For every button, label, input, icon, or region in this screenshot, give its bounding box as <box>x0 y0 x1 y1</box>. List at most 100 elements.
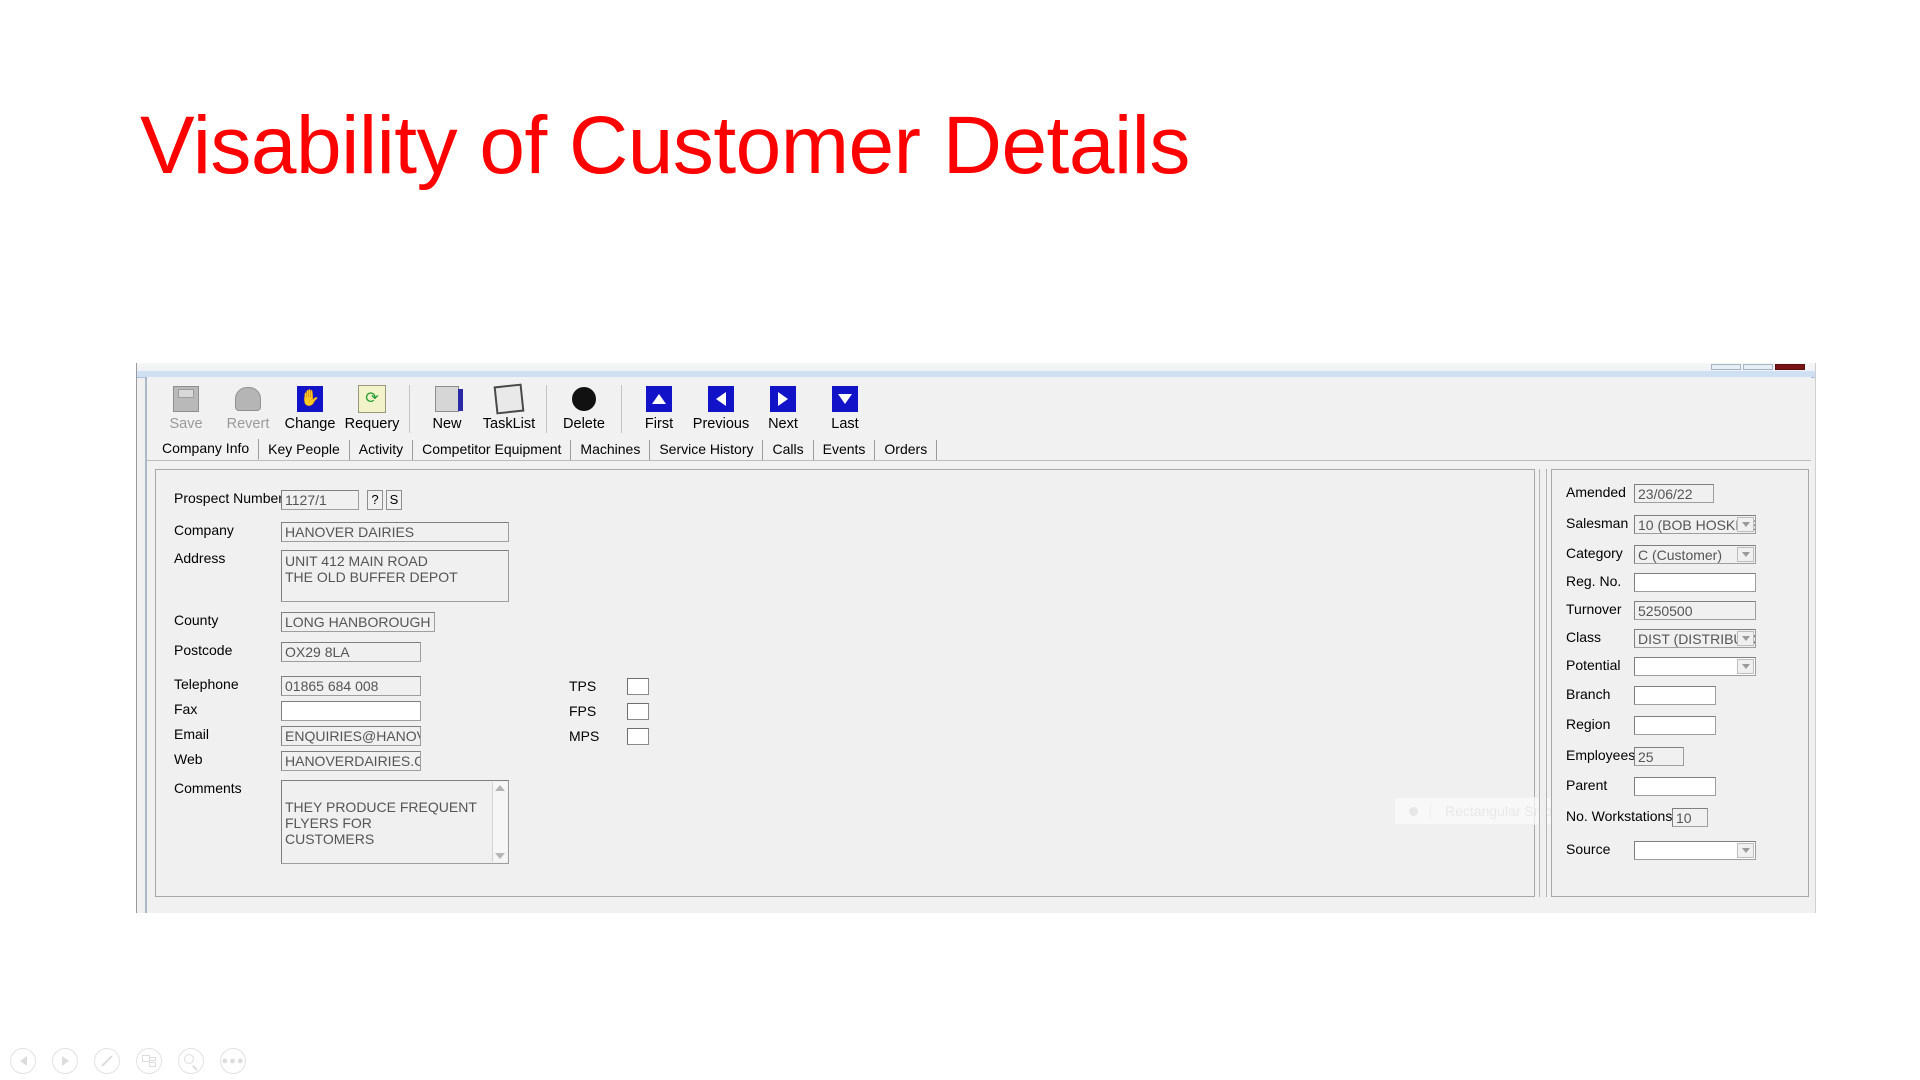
fax-label: Fax <box>174 701 198 717</box>
tab-machines[interactable]: Machines <box>571 440 651 460</box>
prospect-lookup-button[interactable]: ? <box>367 490 383 510</box>
tasklist-button[interactable]: TaskList <box>478 383 540 439</box>
tab-orders[interactable]: Orders <box>875 440 938 460</box>
telephone-label: Telephone <box>174 676 239 692</box>
parent-input[interactable] <box>1634 777 1716 796</box>
no-workstations-input[interactable]: 10 <box>1672 808 1708 827</box>
tab-competitor-equipment[interactable]: Competitor Equipment <box>413 440 572 460</box>
tab-bar: Company Info Key People Activity Competi… <box>147 439 1811 461</box>
fax-input[interactable] <box>281 701 421 721</box>
tab-calls[interactable]: Calls <box>763 440 814 460</box>
arrow-up-icon <box>644 384 674 414</box>
tasklist-button-label: TaskList <box>482 416 536 432</box>
change-button[interactable]: ✋ Change <box>279 383 341 439</box>
chevron-down-icon[interactable] <box>1737 517 1754 532</box>
branch-input[interactable] <box>1634 686 1716 705</box>
minimize-button[interactable] <box>1711 364 1741 370</box>
mps-checkbox[interactable] <box>627 728 649 745</box>
previous-slide-icon[interactable] <box>10 1048 36 1074</box>
branch-label: Branch <box>1566 686 1611 702</box>
fps-label: FPS <box>569 703 597 719</box>
region-input[interactable] <box>1634 716 1716 735</box>
chevron-down-icon[interactable] <box>1737 659 1754 674</box>
toolbar-separator <box>546 385 547 433</box>
next-slide-icon[interactable] <box>52 1048 78 1074</box>
last-record-button[interactable]: Last <box>814 383 876 439</box>
tab-service-history[interactable]: Service History <box>650 440 764 460</box>
company-label: Company <box>174 522 234 538</box>
previous-record-button[interactable]: Previous <box>690 383 752 439</box>
tps-checkbox[interactable] <box>627 678 649 695</box>
telephone-input[interactable]: 01865 684 008 <box>281 676 421 696</box>
chevron-down-icon[interactable] <box>1737 547 1754 562</box>
employees-input[interactable]: 25 <box>1634 747 1684 766</box>
fps-checkbox[interactable] <box>627 703 649 720</box>
clipboard-icon <box>493 383 525 415</box>
pen-icon[interactable] <box>94 1048 120 1074</box>
first-record-button[interactable]: First <box>628 383 690 439</box>
potential-label: Potential <box>1566 657 1621 673</box>
save-button[interactable]: Save <box>155 383 217 439</box>
tab-key-people[interactable]: Key People <box>259 440 350 460</box>
parent-label: Parent <box>1566 777 1608 793</box>
last-button-label: Last <box>831 416 859 432</box>
zoom-icon[interactable] <box>178 1048 204 1074</box>
web-label: Web <box>174 751 203 767</box>
form-area: Prospect Number 1127/1 ? S Company HANOV… <box>147 461 1811 913</box>
save-icon <box>171 384 201 414</box>
delete-button[interactable]: Delete <box>553 383 615 439</box>
requery-button[interactable]: ⟳ Requery <box>341 383 403 439</box>
salesman-label: Salesman <box>1566 515 1629 531</box>
tps-label: TPS <box>569 678 597 694</box>
tab-events[interactable]: Events <box>814 440 876 460</box>
page-title: Visability of Customer Details <box>140 100 1190 191</box>
revert-button[interactable]: Revert <box>217 383 279 439</box>
email-input[interactable]: ENQUIRIES@HANOVERDAIR <box>281 726 421 746</box>
more-options-icon[interactable]: ●●● <box>220 1048 246 1074</box>
tab-company-info[interactable]: Company Info <box>153 439 260 460</box>
postcode-label: Postcode <box>174 642 233 658</box>
delete-button-label: Delete <box>563 416 605 432</box>
salesman-combo[interactable]: 10 (BOB HOSKINS) <box>1634 515 1756 534</box>
new-button[interactable]: New <box>416 383 478 439</box>
scroll-down-icon[interactable] <box>495 853 505 859</box>
potential-combo[interactable] <box>1634 657 1756 676</box>
maximize-button[interactable] <box>1743 364 1773 370</box>
scroll-up-icon[interactable] <box>495 785 505 791</box>
close-button[interactable] <box>1775 364 1805 370</box>
panel-splitter[interactable] <box>1539 469 1547 897</box>
amended-label: Amended <box>1566 484 1626 500</box>
turnover-input[interactable]: 5250500 <box>1634 601 1756 620</box>
source-combo[interactable] <box>1634 841 1756 860</box>
class-combo[interactable]: DIST (DISTRIBUTOR <box>1634 629 1756 648</box>
delete-icon <box>569 384 599 414</box>
mps-label: MPS <box>569 728 600 744</box>
comments-input[interactable]: THEY PRODUCE FREQUENT FLYERS FOR CUSTOME… <box>281 780 509 864</box>
new-page-icon <box>432 384 463 414</box>
region-label: Region <box>1566 716 1611 732</box>
reg-no-input[interactable] <box>1634 573 1756 592</box>
prospect-number-input[interactable]: 1127/1 <box>281 490 359 510</box>
category-value: C (Customer) <box>1638 547 1723 563</box>
chevron-down-icon[interactable] <box>1737 631 1754 646</box>
amended-input[interactable]: 23/06/22 <box>1634 484 1714 503</box>
web-input[interactable]: HANOVERDAIRIES.CO.UK <box>281 751 421 771</box>
category-label: Category <box>1566 545 1623 561</box>
prospect-number-label: Prospect Number <box>174 490 283 506</box>
slide-grid-icon[interactable] <box>136 1048 162 1074</box>
postcode-input[interactable]: OX29 8LA <box>281 642 421 662</box>
next-record-button[interactable]: Next <box>752 383 814 439</box>
category-combo[interactable]: C (Customer) <box>1634 545 1756 564</box>
address-input[interactable]: UNIT 412 MAIN ROAD THE OLD BUFFER DEPOT <box>281 550 509 602</box>
previous-button-label: Previous <box>692 416 750 432</box>
chevron-down-icon[interactable] <box>1737 843 1754 858</box>
comments-scrollbar[interactable] <box>492 782 507 862</box>
county-input[interactable]: LONG HANBOROUGH OXON <box>281 612 435 632</box>
prospect-search-button[interactable]: S <box>386 490 402 510</box>
tab-activity[interactable]: Activity <box>350 440 414 460</box>
toolbar-separator <box>409 385 410 433</box>
presentation-toolbar: ●●● <box>10 1048 246 1074</box>
account-details-panel: Amended 23/06/22 Salesman 10 (BOB HOSKIN… <box>1551 469 1809 897</box>
company-input[interactable]: HANOVER DAIRIES <box>281 522 509 542</box>
arrow-down-icon <box>830 384 860 414</box>
